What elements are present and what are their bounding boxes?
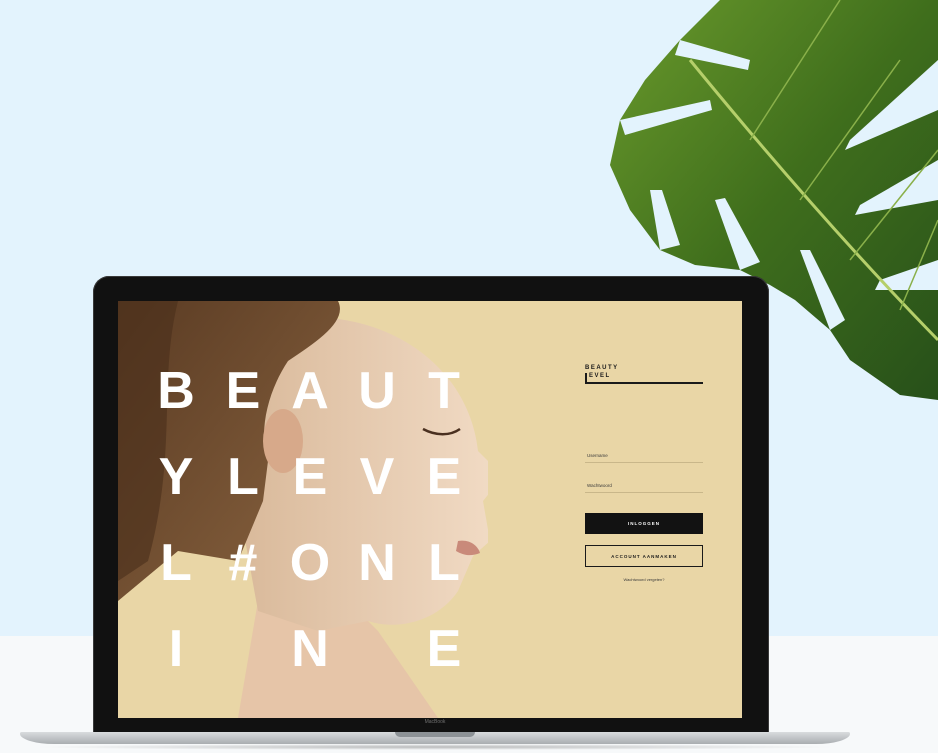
hero-letter: N [358, 534, 396, 592]
laptop-model-label: MacBook [424, 719, 446, 725]
hero-letter: A [291, 362, 329, 420]
username-field[interactable]: Username [585, 449, 703, 463]
username-placeholder: Username [587, 453, 608, 458]
brand-logo-icon: BEAUTY EVEL [585, 361, 705, 389]
forgot-password-link[interactable]: Wachtwoord vergeten? [585, 577, 703, 582]
hero-letter: U [358, 362, 396, 420]
brand-logo-rule [585, 382, 703, 384]
hero-letter: V [359, 448, 395, 506]
hero-letter: E [292, 448, 328, 506]
hero-letter: N [291, 620, 329, 678]
laptop-base-notch [395, 732, 475, 737]
hero-letter: L [160, 534, 192, 592]
hero-letter: O [289, 534, 331, 592]
hero-letter: L [428, 534, 460, 592]
hero-letter: E [225, 362, 261, 420]
brand-logo-line2: EVEL [589, 373, 611, 379]
hero-letter: L [227, 448, 259, 506]
laptop-screen: B E A U T Y L E V E L # O N L I N E BEAU… [118, 301, 742, 718]
hero-letter: T [428, 362, 460, 420]
hero-letter: B [157, 362, 195, 420]
hero-letter: I [168, 620, 184, 678]
password-placeholder: Wachtwoord [587, 483, 612, 488]
hero-letter: Y [158, 448, 194, 506]
laptop-shadow [30, 744, 840, 750]
password-field[interactable]: Wachtwoord [585, 479, 703, 493]
hero-letter: E [426, 448, 462, 506]
brand-logo-line1: BEAUTY [585, 365, 619, 371]
create-account-button[interactable]: ACCOUNT AANMAKEN [585, 545, 703, 567]
hero-letter: E [426, 620, 462, 678]
login-button[interactable]: INLOGGEN [585, 513, 703, 534]
hero-letter: # [228, 534, 258, 592]
